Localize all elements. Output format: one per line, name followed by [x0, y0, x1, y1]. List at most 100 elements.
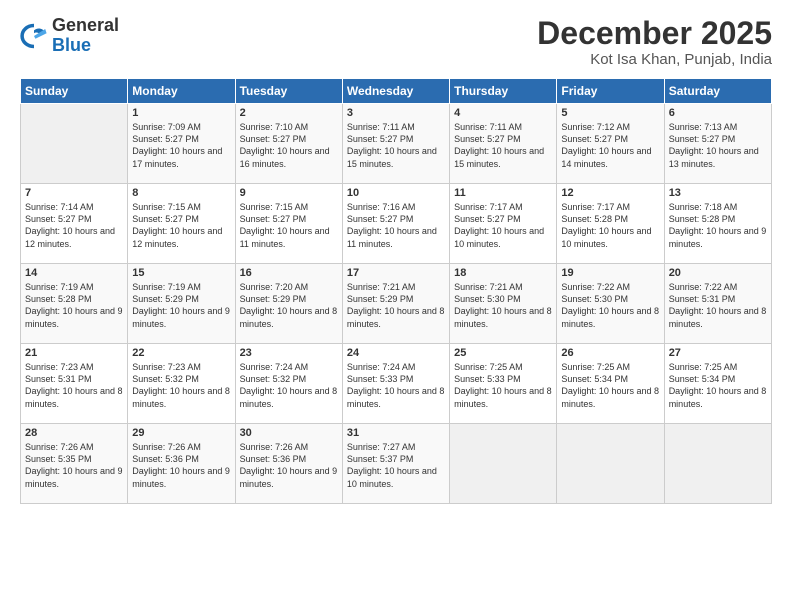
- calendar-cell: [450, 424, 557, 504]
- header-saturday: Saturday: [664, 79, 771, 104]
- calendar-cell: 8 Sunrise: 7:15 AMSunset: 5:27 PMDayligh…: [128, 184, 235, 264]
- calendar-cell: 28 Sunrise: 7:26 AMSunset: 5:35 PMDaylig…: [21, 424, 128, 504]
- calendar-cell: 2 Sunrise: 7:10 AMSunset: 5:27 PMDayligh…: [235, 104, 342, 184]
- day-info: Sunrise: 7:26 AMSunset: 5:35 PMDaylight:…: [25, 441, 123, 490]
- calendar-cell: 12 Sunrise: 7:17 AMSunset: 5:28 PMDaylig…: [557, 184, 664, 264]
- day-number: 8: [132, 187, 230, 199]
- calendar-cell: 4 Sunrise: 7:11 AMSunset: 5:27 PMDayligh…: [450, 104, 557, 184]
- day-info: Sunrise: 7:27 AMSunset: 5:37 PMDaylight:…: [347, 441, 445, 490]
- day-number: 30: [240, 427, 338, 439]
- day-info: Sunrise: 7:14 AMSunset: 5:27 PMDaylight:…: [25, 201, 123, 250]
- calendar-cell: 14 Sunrise: 7:19 AMSunset: 5:28 PMDaylig…: [21, 264, 128, 344]
- calendar-cell: 3 Sunrise: 7:11 AMSunset: 5:27 PMDayligh…: [342, 104, 449, 184]
- calendar-cell: 9 Sunrise: 7:15 AMSunset: 5:27 PMDayligh…: [235, 184, 342, 264]
- day-number: 22: [132, 347, 230, 359]
- day-number: 19: [561, 267, 659, 279]
- calendar-week-5: 28 Sunrise: 7:26 AMSunset: 5:35 PMDaylig…: [21, 424, 772, 504]
- day-number: 5: [561, 107, 659, 119]
- calendar-cell: 17 Sunrise: 7:21 AMSunset: 5:29 PMDaylig…: [342, 264, 449, 344]
- day-number: 21: [25, 347, 123, 359]
- calendar-cell: [557, 424, 664, 504]
- logo-text: General Blue: [52, 16, 119, 56]
- calendar-cell: [664, 424, 771, 504]
- day-info: Sunrise: 7:22 AMSunset: 5:31 PMDaylight:…: [669, 281, 767, 330]
- calendar-table: Sunday Monday Tuesday Wednesday Thursday…: [20, 78, 772, 504]
- calendar-cell: 15 Sunrise: 7:19 AMSunset: 5:29 PMDaylig…: [128, 264, 235, 344]
- header-friday: Friday: [557, 79, 664, 104]
- day-number: 14: [25, 267, 123, 279]
- day-info: Sunrise: 7:24 AMSunset: 5:32 PMDaylight:…: [240, 361, 338, 410]
- calendar-cell: 16 Sunrise: 7:20 AMSunset: 5:29 PMDaylig…: [235, 264, 342, 344]
- calendar-cell: 22 Sunrise: 7:23 AMSunset: 5:32 PMDaylig…: [128, 344, 235, 424]
- day-info: Sunrise: 7:16 AMSunset: 5:27 PMDaylight:…: [347, 201, 445, 250]
- day-info: Sunrise: 7:18 AMSunset: 5:28 PMDaylight:…: [669, 201, 767, 250]
- calendar-cell: 11 Sunrise: 7:17 AMSunset: 5:27 PMDaylig…: [450, 184, 557, 264]
- calendar-cell: 31 Sunrise: 7:27 AMSunset: 5:37 PMDaylig…: [342, 424, 449, 504]
- header-sunday: Sunday: [21, 79, 128, 104]
- calendar-cell: 24 Sunrise: 7:24 AMSunset: 5:33 PMDaylig…: [342, 344, 449, 424]
- day-number: 6: [669, 107, 767, 119]
- day-info: Sunrise: 7:13 AMSunset: 5:27 PMDaylight:…: [669, 121, 767, 170]
- day-info: Sunrise: 7:17 AMSunset: 5:28 PMDaylight:…: [561, 201, 659, 250]
- day-info: Sunrise: 7:26 AMSunset: 5:36 PMDaylight:…: [240, 441, 338, 490]
- day-info: Sunrise: 7:22 AMSunset: 5:30 PMDaylight:…: [561, 281, 659, 330]
- title-block: December 2025 Kot Isa Khan, Punjab, Indi…: [537, 16, 772, 68]
- logo-general: General: [52, 15, 119, 35]
- day-number: 18: [454, 267, 552, 279]
- day-info: Sunrise: 7:21 AMSunset: 5:30 PMDaylight:…: [454, 281, 552, 330]
- day-info: Sunrise: 7:12 AMSunset: 5:27 PMDaylight:…: [561, 121, 659, 170]
- day-info: Sunrise: 7:10 AMSunset: 5:27 PMDaylight:…: [240, 121, 338, 170]
- day-number: 15: [132, 267, 230, 279]
- calendar-cell: 20 Sunrise: 7:22 AMSunset: 5:31 PMDaylig…: [664, 264, 771, 344]
- calendar-cell: 6 Sunrise: 7:13 AMSunset: 5:27 PMDayligh…: [664, 104, 771, 184]
- day-number: 20: [669, 267, 767, 279]
- calendar-cell: 1 Sunrise: 7:09 AMSunset: 5:27 PMDayligh…: [128, 104, 235, 184]
- day-info: Sunrise: 7:23 AMSunset: 5:32 PMDaylight:…: [132, 361, 230, 410]
- day-number: 13: [669, 187, 767, 199]
- day-info: Sunrise: 7:15 AMSunset: 5:27 PMDaylight:…: [132, 201, 230, 250]
- header-wednesday: Wednesday: [342, 79, 449, 104]
- calendar-cell: [21, 104, 128, 184]
- logo: General Blue: [20, 16, 119, 56]
- location: Kot Isa Khan, Punjab, India: [537, 51, 772, 68]
- day-number: 7: [25, 187, 123, 199]
- day-number: 27: [669, 347, 767, 359]
- logo-icon: [20, 22, 48, 50]
- day-number: 9: [240, 187, 338, 199]
- day-info: Sunrise: 7:19 AMSunset: 5:29 PMDaylight:…: [132, 281, 230, 330]
- calendar-cell: 21 Sunrise: 7:23 AMSunset: 5:31 PMDaylig…: [21, 344, 128, 424]
- calendar-week-1: 1 Sunrise: 7:09 AMSunset: 5:27 PMDayligh…: [21, 104, 772, 184]
- day-info: Sunrise: 7:25 AMSunset: 5:33 PMDaylight:…: [454, 361, 552, 410]
- day-number: 17: [347, 267, 445, 279]
- page-container: General Blue December 2025 Kot Isa Khan,…: [0, 0, 792, 612]
- logo-blue: Blue: [52, 35, 91, 55]
- header-tuesday: Tuesday: [235, 79, 342, 104]
- calendar-header-row: Sunday Monday Tuesday Wednesday Thursday…: [21, 79, 772, 104]
- calendar-cell: 23 Sunrise: 7:24 AMSunset: 5:32 PMDaylig…: [235, 344, 342, 424]
- calendar-cell: 25 Sunrise: 7:25 AMSunset: 5:33 PMDaylig…: [450, 344, 557, 424]
- calendar-cell: 13 Sunrise: 7:18 AMSunset: 5:28 PMDaylig…: [664, 184, 771, 264]
- day-number: 29: [132, 427, 230, 439]
- day-info: Sunrise: 7:11 AMSunset: 5:27 PMDaylight:…: [454, 121, 552, 170]
- month-title: December 2025: [537, 16, 772, 51]
- day-info: Sunrise: 7:21 AMSunset: 5:29 PMDaylight:…: [347, 281, 445, 330]
- header-monday: Monday: [128, 79, 235, 104]
- calendar-cell: 29 Sunrise: 7:26 AMSunset: 5:36 PMDaylig…: [128, 424, 235, 504]
- day-info: Sunrise: 7:19 AMSunset: 5:28 PMDaylight:…: [25, 281, 123, 330]
- day-number: 23: [240, 347, 338, 359]
- day-info: Sunrise: 7:24 AMSunset: 5:33 PMDaylight:…: [347, 361, 445, 410]
- day-number: 28: [25, 427, 123, 439]
- calendar-week-4: 21 Sunrise: 7:23 AMSunset: 5:31 PMDaylig…: [21, 344, 772, 424]
- calendar-week-3: 14 Sunrise: 7:19 AMSunset: 5:28 PMDaylig…: [21, 264, 772, 344]
- calendar-cell: 30 Sunrise: 7:26 AMSunset: 5:36 PMDaylig…: [235, 424, 342, 504]
- calendar-cell: 18 Sunrise: 7:21 AMSunset: 5:30 PMDaylig…: [450, 264, 557, 344]
- day-number: 16: [240, 267, 338, 279]
- day-number: 12: [561, 187, 659, 199]
- calendar-week-2: 7 Sunrise: 7:14 AMSunset: 5:27 PMDayligh…: [21, 184, 772, 264]
- calendar-cell: 26 Sunrise: 7:25 AMSunset: 5:34 PMDaylig…: [557, 344, 664, 424]
- day-info: Sunrise: 7:25 AMSunset: 5:34 PMDaylight:…: [669, 361, 767, 410]
- day-number: 1: [132, 107, 230, 119]
- calendar-cell: 10 Sunrise: 7:16 AMSunset: 5:27 PMDaylig…: [342, 184, 449, 264]
- day-number: 25: [454, 347, 552, 359]
- day-info: Sunrise: 7:15 AMSunset: 5:27 PMDaylight:…: [240, 201, 338, 250]
